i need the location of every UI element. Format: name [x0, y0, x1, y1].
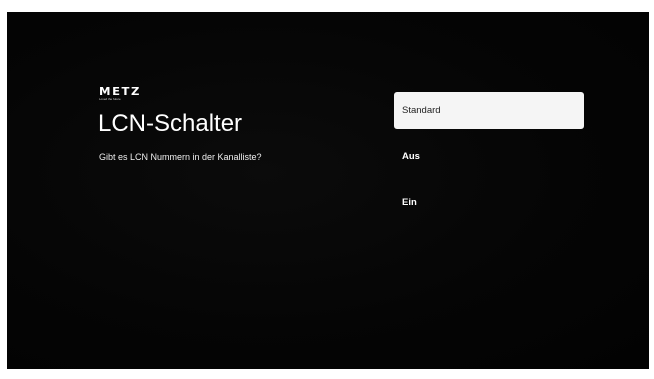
option-list: Standard Aus Ein	[394, 92, 584, 230]
option-label: Standard	[402, 105, 441, 116]
page-subtitle: Gibt es LCN Nummern in der Kanalliste?	[99, 152, 262, 162]
metz-logo: METZ Loved the future	[99, 86, 139, 101]
logo-wordmark: METZ	[99, 85, 141, 98]
option-aus[interactable]: Aus	[394, 138, 584, 175]
page-title: LCN-Schalter	[98, 110, 243, 137]
option-ein[interactable]: Ein	[394, 184, 584, 221]
option-label: Ein	[402, 197, 417, 208]
tv-screen: METZ Loved the future LCN-Schalter Gibt …	[7, 12, 649, 369]
option-label: Aus	[402, 151, 420, 162]
option-standard[interactable]: Standard	[394, 92, 584, 129]
